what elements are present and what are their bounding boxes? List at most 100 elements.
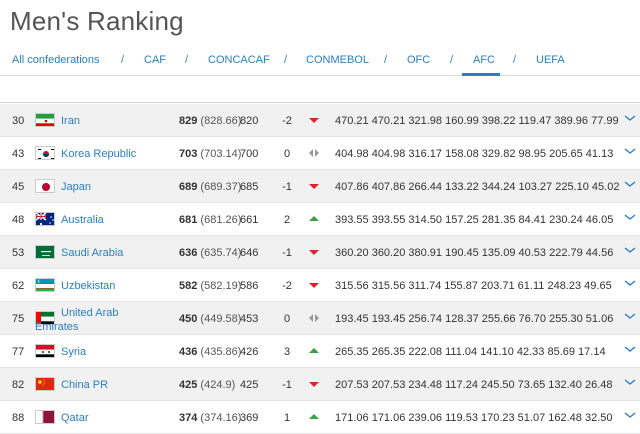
points-breakdown: 404.98 404.98 316.17 158.08 329.82 98.95… [335,148,614,160]
chevron-down-icon[interactable] [624,244,636,256]
total-points: 374 (374.16) [179,412,241,424]
tab-separator: / [450,54,454,66]
points-exact: (703.14) [200,148,242,160]
rank-movement: 1 [283,412,291,424]
rank-movement: 2 [283,214,291,226]
active-tab-underline [462,73,500,76]
points-exact: (689.37) [200,181,242,193]
up-arrow-icon [309,414,319,419]
points-exact: (374.16) [200,412,242,424]
chevron-down-icon[interactable] [624,211,636,223]
table-row[interactable]: 48 Australia 681 (681.26) 661 2 393.55 3… [0,203,640,236]
country-link[interactable]: United Arab Emirates [35,306,125,334]
rank: 48 [12,214,25,226]
country-name-line1: United Arab [61,307,119,319]
table-row[interactable]: 43 Korea Republic 703 (703.14) 700 0 404… [0,137,640,170]
points-exact: (435.86) [200,346,242,358]
tab-uefa[interactable]: UEFA [536,54,565,66]
chevron-down-icon[interactable] [624,277,636,289]
country-link[interactable]: Saudi Arabia [61,247,123,259]
country-link[interactable]: Australia [61,214,104,226]
total-points: 582 (582.19) [179,280,241,292]
tab-afc[interactable]: AFC [473,54,495,66]
points-rounded: 636 [179,247,198,259]
rank: 43 [12,148,25,160]
no-change-icon [309,314,319,322]
previous-points: 425 [240,379,259,391]
ranking-page: Men's Ranking All confederations / CAF /… [0,0,640,434]
points-rounded: 582 [179,280,198,292]
tab-caf[interactable]: CAF [144,54,166,66]
tab-separator: / [513,54,517,66]
chevron-down-icon[interactable] [624,145,636,157]
rank: 62 [12,280,25,292]
chevron-down-icon[interactable] [624,112,636,124]
rank: 77 [12,346,25,358]
rank-movement: -1 [282,181,292,193]
previous-points: 700 [240,148,259,160]
tab-ofc[interactable]: OFC [407,54,430,66]
no-change-icon [309,149,319,157]
country-link[interactable]: Uzbekistan [61,280,115,292]
points-exact: (449.58) [200,313,242,325]
chevron-down-icon[interactable] [624,376,636,388]
points-breakdown: 407.86 407.86 266.44 133.22 344.24 103.2… [335,181,620,193]
table-row[interactable]: 53 Saudi Arabia 636 (635.74) 646 -1 360.… [0,236,640,269]
points-breakdown: 171.06 171.06 239.06 119.53 170.23 51.07… [335,412,613,424]
points-rounded: 829 [179,115,198,127]
uzbekistan-flag-icon [35,278,55,292]
table-row[interactable]: 82 China PR 425 (424.9) 425 -1 207.53 20… [0,368,640,401]
chevron-down-icon[interactable] [624,343,636,355]
table-row[interactable]: 62 Uzbekistan 582 (582.19) 586 -2 315.56… [0,269,640,302]
rank-movement: -1 [282,379,292,391]
chevron-down-icon[interactable] [624,178,636,190]
points-breakdown: 193.45 193.45 256.74 128.37 255.66 76.70… [335,313,614,325]
points-rounded: 450 [179,313,198,325]
chevron-down-icon[interactable] [624,310,636,322]
korea-republic-flag-icon [35,146,55,160]
previous-points: 369 [240,412,259,424]
country-link[interactable]: Korea Republic [61,148,136,160]
previous-points: 426 [240,346,259,358]
country-name-line2: Emirates [35,321,79,333]
table-row[interactable]: 88 Qatar 374 (374.16) 369 1 171.06 171.0… [0,401,640,434]
saudi-arabia-flag-icon [35,245,55,259]
country-link[interactable]: Japan [61,181,91,193]
points-exact: (681.26) [200,214,242,226]
rank: 75 [12,313,25,325]
down-arrow-icon [309,382,319,387]
china-flag-icon [35,377,55,391]
previous-points: 646 [240,247,259,259]
points-breakdown: 315.56 315.56 311.74 155.87 203.71 61.11… [335,280,612,292]
up-arrow-icon [309,216,319,221]
tab-all-confederations[interactable]: All confederations [12,54,99,66]
table-row[interactable]: 77 Syria 436 (435.86) 426 3 265.35 265.3… [0,335,640,368]
tab-separator: / [384,54,388,66]
tab-separator: / [121,54,125,66]
total-points: 681 (681.26) [179,214,241,226]
rank: 53 [12,247,25,259]
total-points: 703 (703.14) [179,148,241,160]
total-points: 636 (635.74) [179,247,241,259]
total-points: 436 (435.86) [179,346,241,358]
chevron-down-icon[interactable] [624,409,636,421]
tab-conmebol[interactable]: CONMEBOL [306,54,369,66]
table-top-divider [0,102,640,103]
rank-movement: 0 [283,148,291,160]
iran-flag-icon [35,113,55,127]
page-title: Men's Ranking [10,6,184,36]
rank-movement: -2 [282,280,292,292]
country-link[interactable]: Iran [61,115,80,127]
country-link[interactable]: Syria [61,346,86,358]
rank: 88 [12,412,25,424]
points-exact: (582.19) [200,280,242,292]
table-row[interactable]: 45 Japan 689 (689.37) 685 -1 407.86 407.… [0,170,640,203]
country-link[interactable]: Qatar [61,412,89,424]
country-link[interactable]: China PR [61,379,108,391]
table-row[interactable]: 75 United Arab Emirates 450 (449.58) 453 … [0,302,640,335]
points-breakdown: 470.21 470.21 321.98 160.99 398.22 119.4… [335,115,619,127]
points-exact: (635.74) [200,247,242,259]
confederation-tabs: All confederations / CAF / CONCACAF / CO… [0,46,640,76]
table-row[interactable]: 30 Iran 829 (828.66) 820 -2 470.21 470.2… [0,104,640,137]
tab-concacaf[interactable]: CONCACAF [208,54,270,66]
